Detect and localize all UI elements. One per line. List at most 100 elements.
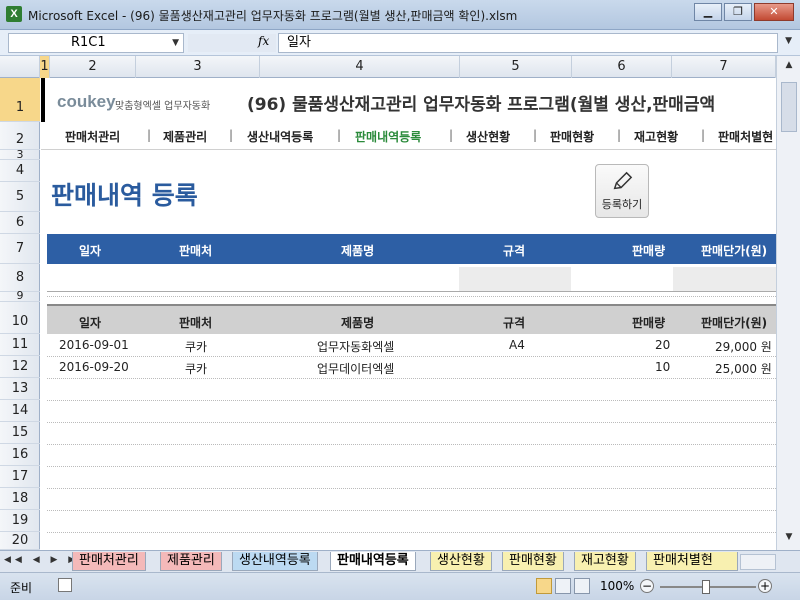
nav-item-inventory-status[interactable]: 재고현황: [634, 128, 678, 145]
row-header[interactable]: 20: [0, 532, 40, 550]
nav-item-production-status[interactable]: 생산현황: [466, 128, 510, 145]
row-header[interactable]: 15: [0, 422, 40, 444]
formula-input[interactable]: 일자: [278, 33, 778, 53]
nav-item-sales-status[interactable]: 판매현황: [550, 128, 594, 145]
row-unit-price: 25,000 원: [715, 362, 772, 376]
row-header[interactable]: 6: [0, 212, 40, 234]
tab-inventory-status[interactable]: 재고현황: [574, 552, 636, 571]
nav-item-sales-entry[interactable]: 판매내역등록: [355, 128, 421, 145]
normal-view-icon[interactable]: [536, 578, 552, 594]
name-box-value: R1C1: [71, 35, 106, 50]
column-header[interactable]: 6: [572, 56, 672, 78]
scroll-thumb[interactable]: [781, 82, 797, 132]
window-title: Microsoft Excel - (96) 물품생산재고관리 업무자동화 프로…: [28, 9, 518, 23]
zoom-slider-thumb[interactable]: [702, 580, 710, 594]
row-header[interactable]: 12: [0, 356, 40, 378]
nav-separator: |: [449, 128, 454, 142]
excel-app-icon[interactable]: X: [6, 6, 22, 22]
nav-item-product-management[interactable]: 제품관리: [163, 128, 207, 145]
coukey-logo: coukey: [57, 92, 116, 112]
tab-vendor-management[interactable]: 판매처관리: [72, 552, 146, 571]
row-header[interactable]: 13: [0, 378, 40, 400]
input-quantity[interactable]: [573, 267, 669, 291]
zoom-level[interactable]: 100%: [600, 579, 634, 593]
row-header[interactable]: 3: [0, 149, 40, 160]
row-divider: [47, 532, 776, 533]
column-header[interactable]: 7: [672, 56, 776, 78]
column-header[interactable]: 4: [260, 56, 460, 78]
horizontal-scrollbar[interactable]: [740, 554, 776, 570]
row-header[interactable]: 10: [0, 302, 40, 334]
nav-item-production-entry[interactable]: 생산내역등록: [247, 128, 313, 145]
row-header[interactable]: 9: [0, 290, 40, 302]
nav-item-vendor-management[interactable]: 판매처관리: [65, 128, 120, 145]
macro-record-icon[interactable]: [58, 578, 72, 592]
tab-production-entry[interactable]: 생산내역등록: [232, 552, 318, 571]
header-product: 제품명: [341, 316, 375, 330]
row-header[interactable]: 4: [0, 160, 40, 182]
page-title: 판매내역 등록: [51, 181, 198, 210]
row-divider: [47, 422, 776, 423]
column-header[interactable]: 3: [136, 56, 260, 78]
row-header[interactable]: 8: [0, 264, 40, 292]
row-header[interactable]: 19: [0, 510, 40, 532]
row-header[interactable]: 1: [0, 78, 40, 122]
restore-button[interactable]: ❐: [724, 3, 752, 21]
table-row[interactable]: 2016-09-01 쿠카 업무자동화엑셀 A4 20 29,000 원: [47, 334, 776, 356]
row-header[interactable]: 18: [0, 488, 40, 510]
close-button[interactable]: ✕: [754, 3, 794, 21]
status-bar: 준비 100% − +: [0, 572, 800, 600]
page-layout-view-icon[interactable]: [555, 578, 571, 594]
selected-cell[interactable]: [41, 78, 45, 122]
header-vendor: 판매처: [179, 244, 213, 258]
row-header[interactable]: 7: [0, 234, 40, 264]
scroll-down-icon[interactable]: ▼: [782, 532, 796, 546]
column-headers: 1 2 3 4 5 6 7: [0, 56, 776, 78]
row-header[interactable]: 11: [0, 334, 40, 356]
scroll-up-icon[interactable]: ▲: [782, 60, 796, 74]
row-header[interactable]: 2: [0, 122, 40, 150]
column-header[interactable]: 5: [460, 56, 572, 78]
row-divider: [47, 400, 776, 401]
input-table-header: 일자 판매처 제품명 규격 판매량 판매단가(원): [47, 234, 776, 264]
page-break-view-icon[interactable]: [574, 578, 590, 594]
expand-formula-bar-icon[interactable]: ▼: [785, 36, 792, 46]
row-header[interactable]: 14: [0, 400, 40, 422]
register-button[interactable]: 등록하기: [595, 164, 649, 218]
nav-separator: |: [147, 128, 152, 142]
chevron-down-icon[interactable]: ▼: [172, 34, 179, 52]
select-all-corner[interactable]: [0, 56, 40, 78]
row-product: 업무데이터엑셀: [317, 362, 395, 376]
zoom-out-icon[interactable]: −: [640, 579, 654, 593]
table-row[interactable]: 2016-09-20 쿠카 업무데이터엑셀 10 25,000 원: [47, 356, 776, 378]
row-header[interactable]: 16: [0, 444, 40, 466]
tab-product-management[interactable]: 제품관리: [160, 552, 222, 571]
vertical-scrollbar[interactable]: ▲ ▼: [776, 56, 800, 550]
zoom-in-icon[interactable]: +: [758, 579, 772, 593]
name-box[interactable]: R1C1 ▼: [8, 33, 184, 53]
input-row: [47, 264, 776, 292]
row-header[interactable]: 17: [0, 466, 40, 488]
column-header[interactable]: 1: [40, 56, 50, 78]
nav-item-vendor-status[interactable]: 판매처별현: [718, 128, 773, 145]
header-unit-price: 판매단가(원): [701, 244, 768, 258]
sheet-content: coukey 맞춤형엑셀 업무자동화 (96) 물품생산재고관리 업무자동화 프…: [41, 78, 776, 550]
row-unit-price: 29,000 원: [715, 340, 772, 354]
input-vendor[interactable]: [147, 267, 265, 291]
minimize-button[interactable]: ▁: [694, 3, 722, 21]
column-header[interactable]: 2: [50, 56, 136, 78]
row-header[interactable]: 5: [0, 182, 40, 212]
row-headers: 1 2 3 4 5 6 7 8 9 10 11 12 13 14 15 16 1…: [0, 78, 40, 550]
tab-sales-entry[interactable]: 판매내역등록: [330, 552, 416, 571]
input-unit-price[interactable]: [673, 267, 776, 291]
row-quantity: 10: [655, 360, 671, 374]
input-spec[interactable]: [459, 267, 571, 291]
tab-production-status[interactable]: 생산현황: [430, 552, 492, 571]
insert-function-icon[interactable]: fx: [258, 34, 269, 48]
worksheet: 1 2 3 4 5 6 7 1 2 3 4 5 6 7 8 9 10 11 12…: [0, 56, 800, 550]
input-date[interactable]: [47, 267, 147, 291]
tab-vendor-status[interactable]: 판매처별현: [646, 552, 738, 571]
tab-sales-status[interactable]: 판매현황: [502, 552, 564, 571]
input-product[interactable]: [265, 267, 459, 291]
pencil-icon: [613, 171, 633, 190]
